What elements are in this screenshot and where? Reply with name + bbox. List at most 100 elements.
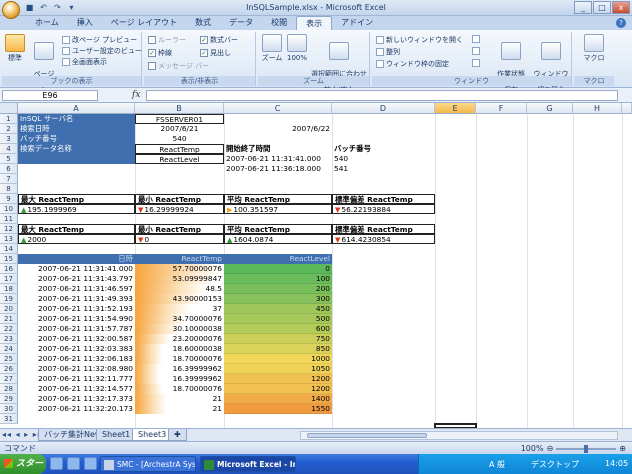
cell-reactlevel[interactable]: 300 [224,294,332,304]
zoom-out-icon[interactable]: ⊖ [547,444,554,453]
row-header[interactable]: 14 [0,244,18,254]
server-value[interactable]: FSSERVER01 [135,114,224,124]
taskbar-item-smc[interactable]: SMC - [ArchestrA Syst... [100,456,196,472]
cell-reacttemp[interactable]: 21 [135,394,224,404]
sheet-tab-sheet1[interactable]: Sheet1 [96,429,137,441]
row-header[interactable]: 11 [0,214,18,224]
cell-reactlevel[interactable]: 1200 [224,384,332,394]
ie-icon[interactable] [50,457,63,470]
help-icon[interactable]: ? [616,18,626,28]
sheet-nav-icons[interactable]: ◂◂ ◂ ▸ ▸▸ [2,430,43,439]
column-header-e[interactable]: E [435,103,476,114]
row-header[interactable]: 18 [0,284,18,294]
stats1-std-value[interactable]: 56.22193884 [332,204,435,214]
cell-reacttemp[interactable]: 16.39999962 [135,364,224,374]
row-header[interactable]: 6 [0,164,18,174]
row-header[interactable]: 31 [0,414,18,424]
row-header[interactable]: 7 [0,174,18,184]
message-bar-checkbox[interactable]: メッセージ バー [148,61,209,71]
scroll-thumb[interactable] [307,433,427,438]
period-batch-1[interactable]: 540 [332,154,435,164]
cell-datetime[interactable]: 2007-06-21 11:31:46.597 [18,284,135,294]
row-header[interactable]: 1 [0,114,18,124]
row-header[interactable]: 17 [0,274,18,284]
zoom-slider[interactable] [556,444,617,453]
stats2-min-value[interactable]: 0 [135,234,224,244]
row-header[interactable]: 28 [0,384,18,394]
cell-datetime[interactable]: 2007-06-21 11:32:03.383 [18,344,135,354]
cell-reactlevel[interactable]: 1050 [224,364,332,374]
row-header[interactable]: 19 [0,294,18,304]
cell-datetime[interactable]: 2007-06-21 11:31:41.000 [18,264,135,274]
gridlines-checkbox[interactable]: ✓ 枠線 [148,48,172,58]
row-header[interactable]: 9 [0,194,18,204]
column-header-g[interactable]: G [527,103,573,114]
cell-datetime[interactable]: 2007-06-21 11:31:54.990 [18,314,135,324]
zoom-in-icon[interactable]: ⊕ [619,444,626,453]
sheet-tab-sheet3[interactable]: Sheet3 [132,429,173,441]
cell-reacttemp[interactable]: 57.70000076 [135,264,224,274]
cell-reactlevel[interactable]: 100 [224,274,332,284]
stats2-avg-value[interactable]: 1604.0874 [224,234,332,244]
tab-data[interactable]: データ [220,16,262,30]
tab-addins[interactable]: アドイン [332,16,382,30]
cell-reactlevel[interactable]: 850 [224,344,332,354]
cell-reactlevel[interactable]: 750 [224,334,332,344]
row-header[interactable]: 25 [0,354,18,364]
cell-reacttemp[interactable]: 53.09999847 [135,274,224,284]
row-header[interactable]: 20 [0,304,18,314]
cell-reacttemp[interactable]: 48.5 [135,284,224,294]
row-header[interactable]: 13 [0,234,18,244]
arrange-all-button[interactable]: 整列 [376,47,400,57]
date-to[interactable]: 2007/6/22 [224,124,332,134]
minimize-button[interactable]: _ [574,1,592,14]
column-header-h[interactable]: H [573,103,622,114]
tab-home[interactable]: ホーム [26,16,68,30]
full-screen-button[interactable]: 全画面表示 [62,57,107,67]
desktop-icon[interactable] [84,457,97,470]
cell-datetime[interactable]: 2007-06-21 11:31:57.787 [18,324,135,334]
page-break-preview-button[interactable]: 改ページ プレビュー [62,35,137,45]
data-value-1[interactable]: ReactTemp [135,144,224,154]
new-window-button[interactable]: 新しいウィンドウを開く [376,35,463,45]
cell-reactlevel[interactable]: 1550 [224,404,332,414]
column-header-b[interactable]: B [135,103,224,114]
ruler-checkbox[interactable]: ルーラー [148,35,186,45]
cell-reactlevel[interactable]: 500 [224,314,332,324]
cell-datetime[interactable]: 2007-06-21 11:32:11.777 [18,374,135,384]
cell-reacttemp[interactable]: 21 [135,404,224,414]
zoom-button[interactable]: ズーム [260,34,284,62]
cell-reacttemp[interactable]: 23.20000076 [135,334,224,344]
column-header-c[interactable]: C [224,103,332,114]
cell-reactlevel[interactable]: 600 [224,324,332,334]
stats2-std-value[interactable]: 614.4230854 [332,234,435,244]
formula-input[interactable] [146,90,618,101]
row-header[interactable]: 3 [0,134,18,144]
close-button[interactable]: x [612,1,630,14]
freeze-panes-button[interactable]: ウィンドウ枠の固定 [376,59,449,69]
cell-datetime[interactable]: 2007-06-21 11:32:00.587 [18,334,135,344]
row-header[interactable]: 2 [0,124,18,134]
cell-datetime[interactable]: 2007-06-21 11:32:06.183 [18,354,135,364]
row-header[interactable]: 26 [0,364,18,374]
batch-value[interactable]: 540 [135,134,224,144]
horizontal-scrollbar[interactable] [300,431,618,440]
ime-indicator[interactable]: A 般 [489,459,505,470]
cell-datetime[interactable]: 2007-06-21 11:31:52.193 [18,304,135,314]
start-button[interactable]: スタート [0,454,46,474]
formula-bar-checkbox[interactable]: ✓ 数式バー [200,35,238,45]
cell-reactlevel[interactable]: 1200 [224,374,332,384]
tab-review[interactable]: 校閲 [262,16,296,30]
cell-datetime[interactable]: 2007-06-21 11:32:20.173 [18,404,135,414]
split-button[interactable] [472,35,480,43]
row-header[interactable]: 12 [0,224,18,234]
cell-reactlevel[interactable]: 200 [224,284,332,294]
row-header[interactable]: 8 [0,184,18,194]
cell-reacttemp[interactable]: 18.60000038 [135,344,224,354]
cell-reacttemp[interactable]: 37 [135,304,224,314]
custom-views-button[interactable]: ユーザー設定のビュー [62,46,142,56]
row-header[interactable]: 21 [0,314,18,324]
data-value-2[interactable]: ReactLevel [135,154,224,164]
select-all-corner[interactable] [0,103,18,114]
zoom-100-button[interactable]: 100% [286,34,308,62]
